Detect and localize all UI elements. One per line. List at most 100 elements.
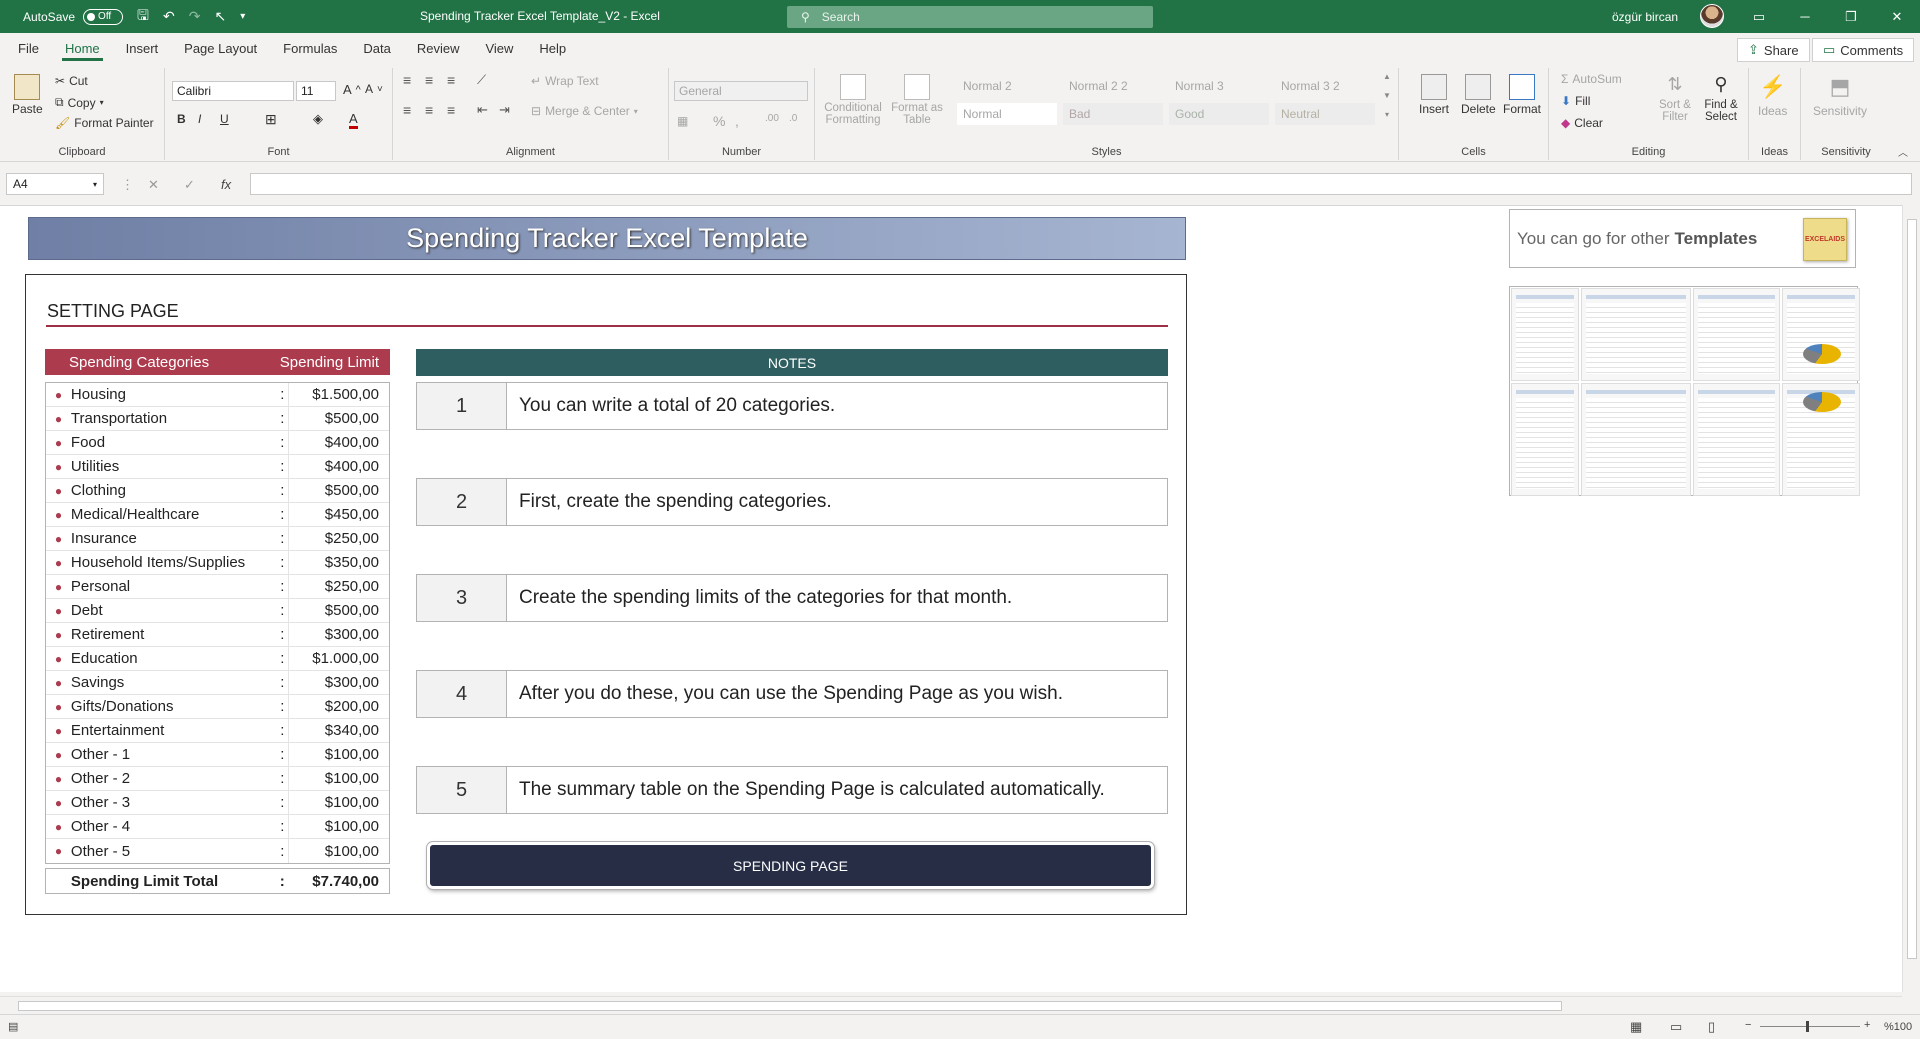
category-limit[interactable]: $400,00 <box>288 454 389 479</box>
copy-button[interactable]: ⧉ Copy ▾ <box>55 95 104 110</box>
fill-button[interactable]: ⬇ Fill <box>1561 94 1590 108</box>
category-name[interactable]: Other - 4 <box>71 818 276 835</box>
category-name[interactable]: Clothing <box>71 482 276 499</box>
collapse-ribbon-icon[interactable]: ︿ <box>1898 144 1908 159</box>
name-box[interactable]: A4 ▾ <box>6 173 104 195</box>
search-box[interactable]: ⚲ Search <box>787 6 1153 28</box>
note-text[interactable]: After you do these, you can use the Spen… <box>507 683 1063 705</box>
insert-function-icon[interactable]: fx <box>221 177 231 192</box>
format-cells-button[interactable]: Format <box>1503 74 1541 116</box>
category-limit[interactable]: $400,00 <box>288 430 389 455</box>
category-limit[interactable]: $100,00 <box>288 766 389 791</box>
style-good[interactable]: Good <box>1169 103 1269 125</box>
middle-align-icon[interactable]: ≡ <box>425 72 433 88</box>
autosave[interactable]: AutoSave Off <box>23 8 124 25</box>
category-name[interactable]: Entertainment <box>71 722 276 739</box>
category-name[interactable]: Savings <box>71 674 276 691</box>
normal-view-icon[interactable]: ▦ <box>1630 1019 1642 1035</box>
spending-page-button[interactable]: SPENDING PAGE <box>426 841 1155 890</box>
font-size-select[interactable]: 11 <box>296 81 336 101</box>
zoom-level[interactable]: %100 <box>1884 1021 1912 1033</box>
tab-help[interactable]: Help <box>526 33 579 64</box>
autosave-toggle[interactable]: Off <box>83 8 124 25</box>
increase-indent-icon[interactable]: ⇥ <box>499 102 510 118</box>
style-normal[interactable]: Normal <box>957 103 1057 125</box>
category-limit[interactable]: $100,00 <box>288 790 389 815</box>
note-number[interactable]: 3 <box>417 575 507 621</box>
merge-center-button[interactable]: ⊟ Merge & Center ▾ <box>531 104 638 118</box>
category-name[interactable]: Other - 2 <box>71 770 276 787</box>
category-name[interactable]: Retirement <box>71 626 276 643</box>
category-limit[interactable]: $250,00 <box>288 574 389 599</box>
horizontal-scroll-thumb[interactable] <box>18 1001 1562 1011</box>
category-limit[interactable]: $1.000,00 <box>288 646 389 671</box>
horizontal-scrollbar[interactable] <box>0 996 1902 1014</box>
note-number[interactable]: 4 <box>417 671 507 717</box>
align-center-icon[interactable]: ≡ <box>425 102 433 118</box>
total-value[interactable]: $7.740,00 <box>288 873 389 890</box>
tab-formulas[interactable]: Formulas <box>270 33 350 64</box>
tab-insert[interactable]: Insert <box>113 33 172 64</box>
paste-button[interactable]: Paste <box>12 74 43 116</box>
redo-icon[interactable]: ↷ <box>189 8 201 25</box>
category-limit[interactable]: $200,00 <box>288 694 389 719</box>
page-layout-view-icon[interactable]: ▭ <box>1670 1019 1682 1035</box>
note-text[interactable]: First, create the spending categories. <box>507 491 832 513</box>
formula-input[interactable] <box>250 173 1912 195</box>
category-name[interactable]: Debt <box>71 602 276 619</box>
avatar[interactable] <box>1700 4 1724 28</box>
category-limit[interactable]: $500,00 <box>288 478 389 503</box>
save-icon[interactable]: 🖫 <box>137 5 149 29</box>
category-name[interactable]: Other - 5 <box>71 843 276 860</box>
category-name[interactable]: Housing <box>71 386 276 403</box>
tab-view[interactable]: View <box>472 33 526 64</box>
note-number[interactable]: 1 <box>417 383 507 429</box>
excelaids-logo[interactable]: EXCELAIDS <box>1803 218 1847 261</box>
tab-review[interactable]: Review <box>404 33 473 64</box>
tab-data[interactable]: Data <box>350 33 403 64</box>
style-bad[interactable]: Bad <box>1063 103 1163 125</box>
cut-button[interactable]: ✂ Cut <box>55 74 88 88</box>
category-name[interactable]: Utilities <box>71 458 276 475</box>
percent-icon[interactable]: % <box>713 113 725 129</box>
note-text[interactable]: You can write a total of 20 categories. <box>507 395 835 417</box>
decrease-decimal-icon[interactable]: .0 <box>789 113 797 124</box>
decrease-font-icon[interactable]: A ˅ <box>365 82 383 96</box>
category-name[interactable]: Education <box>71 650 276 667</box>
font-color-icon[interactable]: A <box>349 111 358 129</box>
style-normal-2[interactable]: Normal 2 <box>957 75 1057 97</box>
category-limit[interactable]: $500,00 <box>288 406 389 431</box>
category-limit[interactable]: $100,00 <box>288 839 389 863</box>
category-limit[interactable]: $300,00 <box>288 622 389 647</box>
increase-decimal-icon[interactable]: .00 <box>765 113 779 124</box>
category-limit[interactable]: $350,00 <box>288 550 389 575</box>
find-select-button[interactable]: ⚲ Find & Select <box>1699 74 1743 123</box>
top-align-icon[interactable]: ≡ <box>403 72 411 88</box>
number-format-select[interactable]: General <box>674 81 808 101</box>
style-normal-3-2[interactable]: Normal 3 2 <box>1275 75 1375 97</box>
macro-icon[interactable]: ▤ <box>8 1020 18 1033</box>
bold-button[interactable]: B <box>177 112 186 126</box>
customize-qat-icon[interactable]: ▾ <box>240 11 245 22</box>
comments-button[interactable]: ▭ Comments <box>1812 38 1915 62</box>
note-number[interactable]: 2 <box>417 479 507 525</box>
style-normal-2-2[interactable]: Normal 2 2 <box>1063 75 1163 97</box>
category-name[interactable]: Household Items/Supplies <box>71 554 276 571</box>
undo-icon[interactable]: ↶ <box>163 8 175 25</box>
note-number[interactable]: 5 <box>417 767 507 813</box>
vertical-scroll-thumb[interactable] <box>1907 219 1917 959</box>
cancel-icon[interactable]: ✕ <box>148 177 159 193</box>
category-name[interactable]: Transportation <box>71 410 276 427</box>
italic-button[interactable]: I <box>198 112 201 126</box>
font-name-select[interactable]: Calibri <box>172 81 294 101</box>
delete-cells-button[interactable]: Delete <box>1461 74 1496 116</box>
category-limit[interactable]: $300,00 <box>288 670 389 695</box>
page-break-view-icon[interactable]: ▯ <box>1708 1019 1715 1035</box>
user-name[interactable]: özgür bircan <box>1612 10 1678 24</box>
templates-promo[interactable]: You can go for other Templates EXCELAIDS <box>1509 209 1856 268</box>
zoom-slider[interactable] <box>1760 1026 1860 1027</box>
category-limit[interactable]: $450,00 <box>288 502 389 527</box>
share-button[interactable]: ⇪ Share <box>1737 38 1810 62</box>
style-neutral[interactable]: Neutral <box>1275 103 1375 125</box>
category-limit[interactable]: $250,00 <box>288 526 389 551</box>
